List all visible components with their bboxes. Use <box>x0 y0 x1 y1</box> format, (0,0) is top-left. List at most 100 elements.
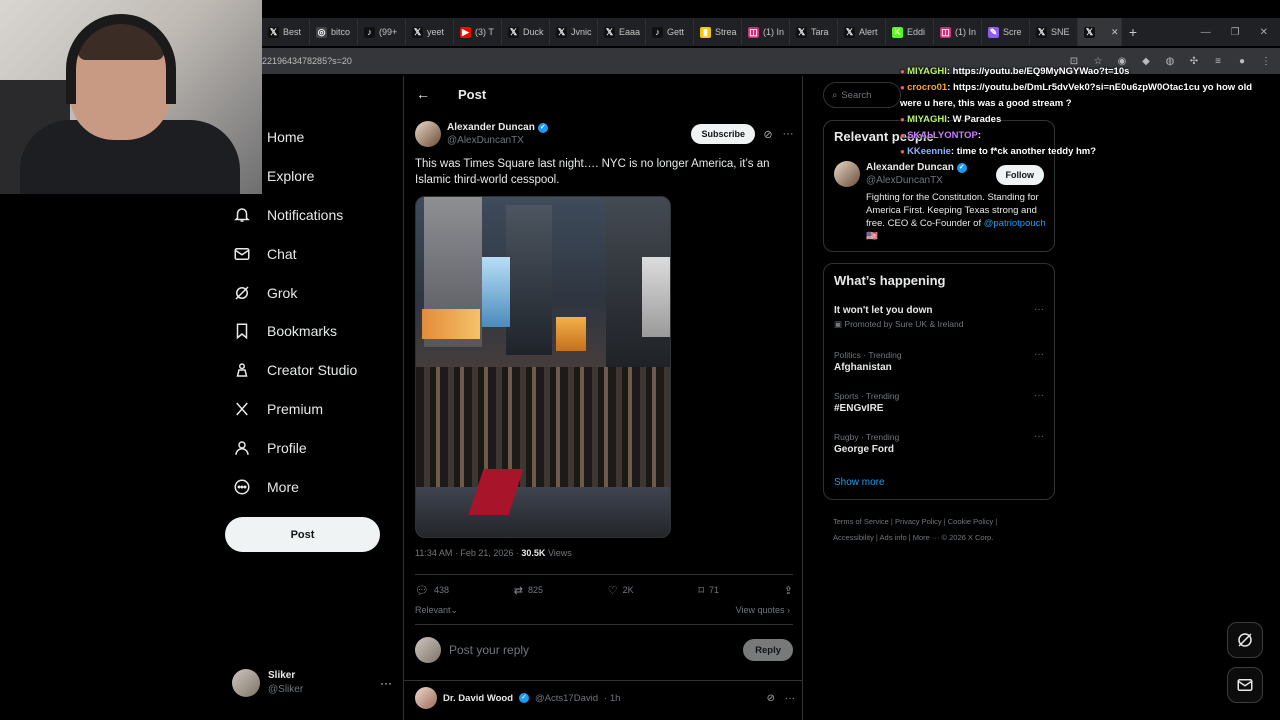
restore-icon[interactable]: ❐ <box>1231 27 1240 38</box>
search-icon: ⌕ <box>832 89 838 101</box>
close-window-icon[interactable]: ✕ <box>1260 27 1268 38</box>
reply-action[interactable]: 💬︎ 438 <box>415 584 449 597</box>
post-image[interactable] <box>415 196 671 538</box>
repost-action[interactable]: ⇄ 825 <box>514 584 543 597</box>
avatar[interactable] <box>415 687 437 709</box>
more-icon[interactable]: ··· <box>781 128 795 140</box>
share-action[interactable]: ⇪ <box>784 584 793 597</box>
author-name[interactable]: Alexander Duncan <box>447 121 535 134</box>
share-icon: ⇪ <box>783 584 793 597</box>
flag-icon: 🇺🇸 <box>866 231 878 242</box>
nav-item-bookmarks[interactable]: Bookmarks <box>225 312 395 351</box>
grok-icon[interactable]: ⊘ <box>761 128 775 141</box>
follow-button[interactable]: Follow <box>995 165 1044 185</box>
more-icon[interactable]: ··· <box>785 693 795 704</box>
reply-author-handle[interactable]: @Acts17David <box>535 693 598 704</box>
account-switcher[interactable]: Sliker @Sliker ··· <box>232 666 392 700</box>
post-meta: 11:34 AM · Feb 21, 2026 · 30.5K Views <box>415 548 572 558</box>
browser-tab-label: (1) In <box>763 27 785 37</box>
more-icon[interactable]: ··· <box>1034 349 1044 360</box>
trend-name: #ENGvIRE <box>834 403 884 414</box>
nav-item-explore[interactable]: Explore <box>225 157 395 196</box>
browser-tab[interactable]: ◫ (1) In <box>742 18 790 46</box>
x-icon: 𝕏 <box>508 26 519 38</box>
more-icon[interactable]: ··· <box>1034 431 1044 442</box>
avatar[interactable] <box>834 161 860 187</box>
minimize-icon[interactable]: — <box>1201 27 1211 38</box>
browser-tab-label: Scre <box>1003 27 1022 37</box>
more-icon[interactable]: ··· <box>1034 390 1044 401</box>
reply-button[interactable]: Reply <box>743 639 793 661</box>
like-action[interactable]: ♡ 2K <box>608 584 634 597</box>
footer-row[interactable]: Accessibility | Ads info | More ··· © 20… <box>833 530 1053 546</box>
bookmark-action[interactable]: ⌑ 71 <box>698 584 719 597</box>
browser-tab[interactable]: ▮ Strea <box>694 18 742 46</box>
nav-item-notifications[interactable]: Notifications <box>225 196 395 235</box>
show-more-link[interactable]: Show more <box>834 477 885 488</box>
trend-item[interactable]: Politics · Trending Afghanistan ··· <box>834 349 1046 375</box>
badge-icon: ● <box>900 131 908 140</box>
new-tab-button[interactable]: + <box>1122 24 1144 40</box>
url-text[interactable]: 2219643478285?s=20 <box>262 56 352 66</box>
avatar[interactable] <box>415 121 441 147</box>
person-handle[interactable]: @AlexDuncanTX <box>866 174 967 187</box>
reply-author-name[interactable]: Dr. David Wood <box>443 693 513 704</box>
trend-item[interactable]: It won't let you down ▣ Promoted by Sure … <box>834 304 1046 330</box>
browser-tab[interactable]: 𝕏 Best <box>262 18 310 46</box>
search-input[interactable]: ⌕ Search <box>823 82 901 108</box>
post-button[interactable]: Post <box>225 517 380 552</box>
browser-tab-label: Tara <box>811 27 829 37</box>
browser-tab[interactable]: K Eddi <box>886 18 934 46</box>
bookmark-icon <box>233 322 251 340</box>
browser-tab[interactable]: ▶ (3) T <box>454 18 502 46</box>
grok-icon[interactable]: ⊘ <box>767 693 775 704</box>
view-quotes-link[interactable]: View quotes › <box>736 605 790 615</box>
browser-tab[interactable]: ✎ Scre <box>982 18 1030 46</box>
post-timestamp[interactable]: 11:34 AM · Feb 21, 2026 · <box>415 548 521 558</box>
browser-tab[interactable]: ♪ (99+ <box>358 18 406 46</box>
person-name[interactable]: Alexander Duncan <box>866 161 954 174</box>
more-icon[interactable]: ··· <box>380 676 392 690</box>
account-handle: @Sliker <box>268 684 304 695</box>
author-handle[interactable]: @AlexDuncanTX <box>447 134 548 147</box>
browser-tab[interactable]: ◎ bitco <box>310 18 358 46</box>
close-tab-icon[interactable]: ✕ <box>1111 27 1119 38</box>
browser-tab[interactable]: 𝕏 SNE <box>1030 18 1078 46</box>
browser-tab[interactable]: ◫ (1) In <box>934 18 982 46</box>
trend-item[interactable]: Rugby · Trending George Ford ··· <box>834 431 1046 457</box>
bookmark-count: 71 <box>709 585 720 595</box>
webcam-overlay <box>0 0 262 194</box>
nav-item-label: Notifications <box>267 206 344 223</box>
reply-input[interactable]: Post your reply <box>449 643 529 657</box>
nav-item-grok[interactable]: Grok <box>225 273 395 312</box>
nav-item-premium[interactable]: Premium <box>225 390 395 429</box>
subscribe-button[interactable]: Subscribe <box>691 124 755 144</box>
instagram-icon: ◫ <box>748 26 759 38</box>
browser-tab[interactable]: 𝕏 Eaaa <box>598 18 646 46</box>
nav-item-home[interactable]: Home <box>225 118 395 157</box>
more-icon[interactable]: ··· <box>1034 304 1044 315</box>
nav-item-profile[interactable]: Profile <box>225 428 395 467</box>
browser-tab[interactable]: 𝕏 Tara <box>790 18 838 46</box>
browser-tab[interactable]: ♪ Gett <box>646 18 694 46</box>
reply-post[interactable]: Dr. David Wood ✓ @Acts17David · 1h ⊘ ··· <box>415 687 795 709</box>
browser-tab[interactable]: 𝕏 Alert <box>838 18 886 46</box>
reply-sort-dropdown[interactable]: Relevant⌄ <box>415 605 458 616</box>
grok-floating-button[interactable] <box>1227 622 1263 658</box>
trend-item[interactable]: Sports · Trending #ENGvIRE ··· <box>834 390 1046 416</box>
browser-tab[interactable]: 𝕏 Duck <box>502 18 550 46</box>
browser-tab[interactable]: 𝕏 ✕ <box>1078 18 1122 46</box>
trend-context: Rugby · Trending <box>834 432 900 442</box>
browser-tab-strip: 𝕏 Best ◎ bitco ♪ (99+ 𝕏yeet ▶ (3) T 𝕏 Duck 𝕏 Jvnic 𝕏 E… <box>262 18 1280 46</box>
bio-link[interactable]: @patriotpouch <box>984 218 1046 229</box>
youtube-icon: ▶ <box>460 26 471 38</box>
nav-item-creator-studio[interactable]: Creator Studio <box>225 351 395 390</box>
footer-row[interactable]: Terms of Service | Privacy Policy | Cook… <box>833 514 1053 530</box>
messages-floating-button[interactable] <box>1227 667 1263 703</box>
nav-item-more[interactable]: More <box>225 467 395 506</box>
browser-tab[interactable]: 𝕏yeet <box>406 18 454 46</box>
back-arrow-icon[interactable]: ← <box>416 86 430 102</box>
browser-tab[interactable]: 𝕏 Jvnic <box>550 18 598 46</box>
chat-username: KKeennie <box>907 146 951 157</box>
nav-item-chat[interactable]: Chat <box>225 234 395 273</box>
